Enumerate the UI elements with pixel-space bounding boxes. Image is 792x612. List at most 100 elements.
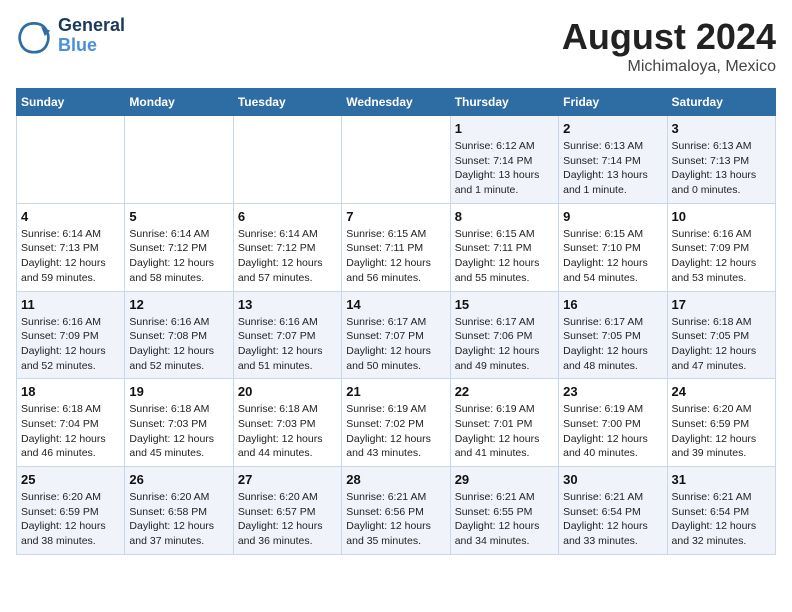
weekday-header-tuesday: Tuesday xyxy=(233,89,341,116)
day-number: 25 xyxy=(21,472,120,487)
day-number: 4 xyxy=(21,209,120,224)
calendar-cell: 29 Sunrise: 6:21 AMSunset: 6:55 PMDayligh… xyxy=(450,467,558,555)
logo: General Blue xyxy=(16,16,125,56)
day-info: Sunrise: 6:21 AMSunset: 6:54 PMDaylight:… xyxy=(672,490,771,549)
day-info: Sunrise: 6:18 AMSunset: 7:04 PMDaylight:… xyxy=(21,402,120,461)
day-info: Sunrise: 6:15 AMSunset: 7:11 PMDaylight:… xyxy=(346,227,445,286)
calendar-cell: 27 Sunrise: 6:20 AMSunset: 6:57 PMDayligh… xyxy=(233,467,341,555)
day-info: Sunrise: 6:21 AMSunset: 6:56 PMDaylight:… xyxy=(346,490,445,549)
location: Michimaloya, Mexico xyxy=(562,58,776,76)
day-info: Sunrise: 6:20 AMSunset: 6:58 PMDaylight:… xyxy=(129,490,228,549)
day-info: Sunrise: 6:12 AMSunset: 7:14 PMDaylight:… xyxy=(455,139,554,198)
calendar-table: SundayMondayTuesdayWednesdayThursdayFrid… xyxy=(16,88,776,555)
day-number: 23 xyxy=(563,384,662,399)
calendar-cell: 22 Sunrise: 6:19 AMSunset: 7:01 PMDayligh… xyxy=(450,379,558,467)
day-number: 24 xyxy=(672,384,771,399)
calendar-week-row: 11 Sunrise: 6:16 AMSunset: 7:09 PMDayligh… xyxy=(17,291,776,379)
day-number: 18 xyxy=(21,384,120,399)
day-number: 10 xyxy=(672,209,771,224)
calendar-cell: 7Sunrise: 6:15 AMSunset: 7:11 PMDaylight… xyxy=(342,203,450,291)
calendar-cell: 14 Sunrise: 6:17 AMSunset: 7:07 PMDayligh… xyxy=(342,291,450,379)
day-number: 19 xyxy=(129,384,228,399)
weekday-header-row: SundayMondayTuesdayWednesdayThursdayFrid… xyxy=(17,89,776,116)
calendar-week-row: 1 Sunrise: 6:12 AMSunset: 7:14 PMDaylight… xyxy=(17,116,776,204)
day-info: Sunrise: 6:16 AMSunset: 7:09 PMDaylight:… xyxy=(21,315,120,374)
day-info: Sunrise: 6:19 AMSunset: 7:00 PMDaylight:… xyxy=(563,402,662,461)
calendar-cell xyxy=(17,116,125,204)
calendar-cell: 26 Sunrise: 6:20 AMSunset: 6:58 PMDayligh… xyxy=(125,467,233,555)
day-number: 26 xyxy=(129,472,228,487)
calendar-week-row: 18 Sunrise: 6:18 AMSunset: 7:04 PMDayligh… xyxy=(17,379,776,467)
calendar-cell: 17 Sunrise: 6:18 AMSunset: 7:05 PMDayligh… xyxy=(667,291,775,379)
logo-icon xyxy=(16,18,52,54)
title-block: August 2024 Michimaloya, Mexico xyxy=(562,16,776,76)
day-number: 30 xyxy=(563,472,662,487)
day-number: 27 xyxy=(238,472,337,487)
day-info: Sunrise: 6:17 AMSunset: 7:05 PMDaylight:… xyxy=(563,315,662,374)
day-number: 29 xyxy=(455,472,554,487)
calendar-cell: 12Sunrise: 6:16 AMSunset: 7:08 PMDayligh… xyxy=(125,291,233,379)
day-number: 9 xyxy=(563,209,662,224)
day-info: Sunrise: 6:16 AMSunset: 7:09 PMDaylight:… xyxy=(672,227,771,286)
day-info: Sunrise: 6:21 AMSunset: 6:55 PMDaylight:… xyxy=(455,490,554,549)
day-number: 2 xyxy=(563,121,662,136)
day-info: Sunrise: 6:13 AMSunset: 7:13 PMDaylight:… xyxy=(672,139,771,198)
day-info: Sunrise: 6:16 AMSunset: 7:07 PMDaylight:… xyxy=(238,315,337,374)
page-header: General Blue August 2024 Michimaloya, Me… xyxy=(16,16,776,76)
calendar-cell: 1 Sunrise: 6:12 AMSunset: 7:14 PMDaylight… xyxy=(450,116,558,204)
day-info: Sunrise: 6:21 AMSunset: 6:54 PMDaylight:… xyxy=(563,490,662,549)
weekday-header-thursday: Thursday xyxy=(450,89,558,116)
calendar-cell: 10 Sunrise: 6:16 AMSunset: 7:09 PMDayligh… xyxy=(667,203,775,291)
day-info: Sunrise: 6:19 AMSunset: 7:02 PMDaylight:… xyxy=(346,402,445,461)
day-info: Sunrise: 6:20 AMSunset: 6:57 PMDaylight:… xyxy=(238,490,337,549)
day-info: Sunrise: 6:17 AMSunset: 7:07 PMDaylight:… xyxy=(346,315,445,374)
calendar-cell: 16 Sunrise: 6:17 AMSunset: 7:05 PMDayligh… xyxy=(559,291,667,379)
day-number: 11 xyxy=(21,297,120,312)
day-number: 22 xyxy=(455,384,554,399)
day-number: 28 xyxy=(346,472,445,487)
logo-text: General Blue xyxy=(58,16,125,56)
day-number: 31 xyxy=(672,472,771,487)
day-number: 15 xyxy=(455,297,554,312)
weekday-header-sunday: Sunday xyxy=(17,89,125,116)
day-number: 20 xyxy=(238,384,337,399)
calendar-cell xyxy=(125,116,233,204)
calendar-cell: 20Sunrise: 6:18 AMSunset: 7:03 PMDayligh… xyxy=(233,379,341,467)
day-number: 16 xyxy=(563,297,662,312)
day-info: Sunrise: 6:17 AMSunset: 7:06 PMDaylight:… xyxy=(455,315,554,374)
calendar-week-row: 4 Sunrise: 6:14 AMSunset: 7:13 PMDaylight… xyxy=(17,203,776,291)
calendar-cell: 15 Sunrise: 6:17 AMSunset: 7:06 PMDayligh… xyxy=(450,291,558,379)
calendar-cell: 8 Sunrise: 6:15 AMSunset: 7:11 PMDaylight… xyxy=(450,203,558,291)
calendar-cell: 2Sunrise: 6:13 AMSunset: 7:14 PMDaylight… xyxy=(559,116,667,204)
day-number: 13 xyxy=(238,297,337,312)
weekday-header-friday: Friday xyxy=(559,89,667,116)
calendar-cell: 23 Sunrise: 6:19 AMSunset: 7:00 PMDayligh… xyxy=(559,379,667,467)
calendar-cell: 25 Sunrise: 6:20 AMSunset: 6:59 PMDayligh… xyxy=(17,467,125,555)
day-info: Sunrise: 6:18 AMSunset: 7:03 PMDaylight:… xyxy=(129,402,228,461)
day-number: 14 xyxy=(346,297,445,312)
day-info: Sunrise: 6:20 AMSunset: 6:59 PMDaylight:… xyxy=(672,402,771,461)
day-info: Sunrise: 6:15 AMSunset: 7:11 PMDaylight:… xyxy=(455,227,554,286)
calendar-cell: 31 Sunrise: 6:21 AMSunset: 6:54 PMDayligh… xyxy=(667,467,775,555)
day-number: 6 xyxy=(238,209,337,224)
calendar-cell: 6 Sunrise: 6:14 AMSunset: 7:12 PMDaylight… xyxy=(233,203,341,291)
day-info: Sunrise: 6:14 AMSunset: 7:13 PMDaylight:… xyxy=(21,227,120,286)
day-number: 3 xyxy=(672,121,771,136)
day-info: Sunrise: 6:14 AMSunset: 7:12 PMDaylight:… xyxy=(238,227,337,286)
calendar-cell: 5Sunrise: 6:14 AMSunset: 7:12 PMDaylight… xyxy=(125,203,233,291)
weekday-header-monday: Monday xyxy=(125,89,233,116)
day-number: 17 xyxy=(672,297,771,312)
day-number: 21 xyxy=(346,384,445,399)
calendar-cell: 3 Sunrise: 6:13 AMSunset: 7:13 PMDaylight… xyxy=(667,116,775,204)
day-info: Sunrise: 6:20 AMSunset: 6:59 PMDaylight:… xyxy=(21,490,120,549)
calendar-cell: 11 Sunrise: 6:16 AMSunset: 7:09 PMDayligh… xyxy=(17,291,125,379)
day-number: 8 xyxy=(455,209,554,224)
calendar-cell: 18 Sunrise: 6:18 AMSunset: 7:04 PMDayligh… xyxy=(17,379,125,467)
day-number: 1 xyxy=(455,121,554,136)
calendar-cell: 28 Sunrise: 6:21 AMSunset: 6:56 PMDayligh… xyxy=(342,467,450,555)
day-info: Sunrise: 6:19 AMSunset: 7:01 PMDaylight:… xyxy=(455,402,554,461)
day-info: Sunrise: 6:15 AMSunset: 7:10 PMDaylight:… xyxy=(563,227,662,286)
day-info: Sunrise: 6:18 AMSunset: 7:05 PMDaylight:… xyxy=(672,315,771,374)
day-number: 5 xyxy=(129,209,228,224)
month-year: August 2024 xyxy=(562,16,776,58)
